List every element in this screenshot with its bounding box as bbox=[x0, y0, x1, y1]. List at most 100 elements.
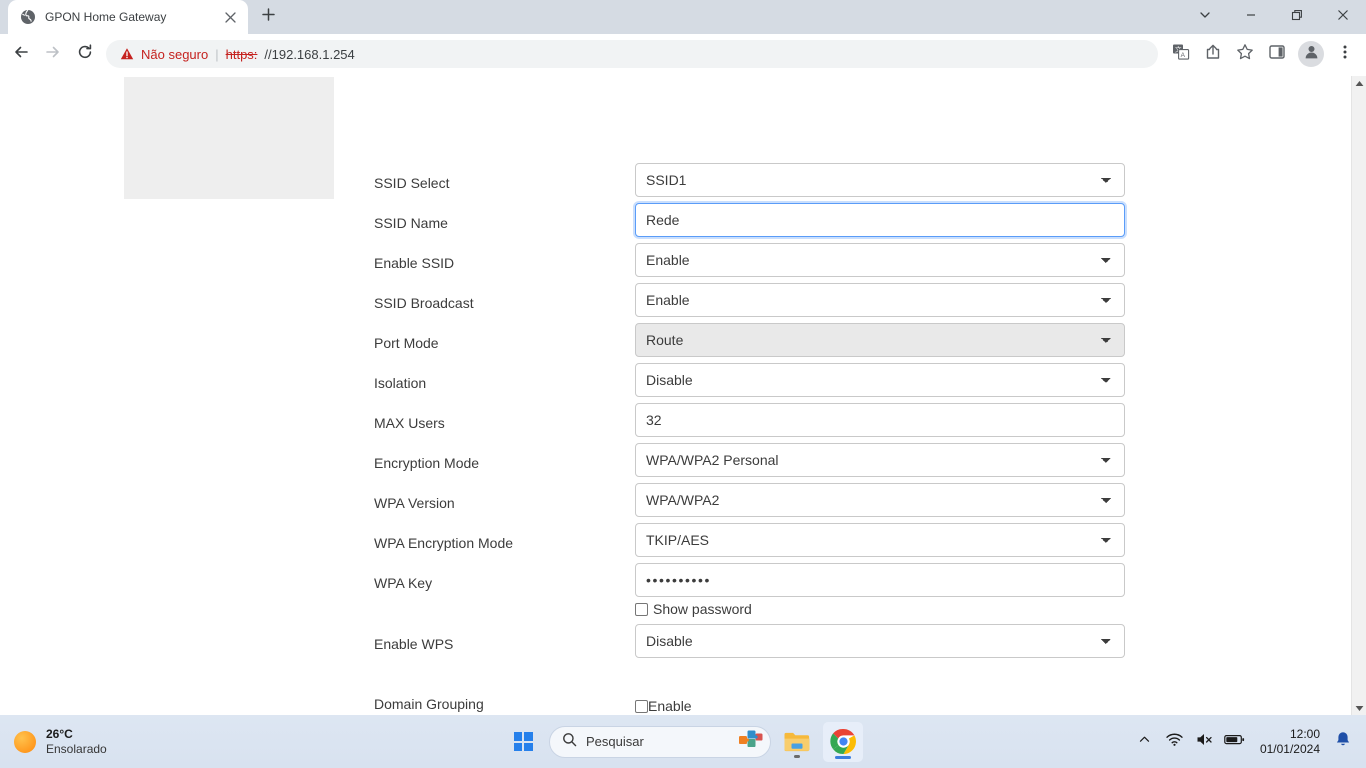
minimize-button[interactable] bbox=[1228, 0, 1274, 34]
restore-icon bbox=[1291, 8, 1303, 26]
windows-logo-icon bbox=[513, 732, 533, 751]
weather-condition: Ensolarado bbox=[46, 741, 107, 756]
back-button[interactable] bbox=[6, 39, 36, 69]
wpa-version-dropdown[interactable]: WPA/WPA2 bbox=[635, 483, 1125, 517]
label-enable-ssid: Enable SSID bbox=[374, 255, 455, 271]
chrome-icon bbox=[829, 728, 856, 755]
window-controls bbox=[1182, 0, 1366, 34]
wpa-encryption-mode-dropdown[interactable]: TKIP/AES bbox=[635, 523, 1125, 557]
star-icon bbox=[1236, 43, 1254, 66]
wpa-key-input[interactable] bbox=[635, 563, 1125, 597]
label-max-users: MAX Users bbox=[374, 415, 445, 431]
maximize-restore-button[interactable] bbox=[1274, 0, 1320, 34]
browser-tab-gpon-home-gateway[interactable]: GPON Home Gateway bbox=[8, 0, 248, 34]
label-wpa-key: WPA Key bbox=[374, 575, 433, 591]
translate-icon: 文 A bbox=[1172, 43, 1190, 66]
reload-button[interactable] bbox=[70, 39, 100, 69]
plus-icon bbox=[261, 8, 275, 26]
label-port-mode: Port Mode bbox=[374, 335, 439, 351]
windows-taskbar: 26°C Ensolarado Pesquisar 12:00 01/01/20… bbox=[0, 715, 1366, 768]
omnibox-separator: | bbox=[215, 46, 219, 62]
scroll-down-arrow-icon[interactable] bbox=[1352, 701, 1366, 715]
taskbar-search-box[interactable]: Pesquisar bbox=[549, 725, 771, 758]
label-wpa-encryption-mode: WPA Encryption Mode bbox=[374, 535, 514, 551]
domain-grouping-checkbox[interactable] bbox=[635, 699, 648, 713]
address-bar[interactable]: Não seguro | https: //192.168.1.254 bbox=[106, 40, 1158, 68]
max-users-input[interactable] bbox=[635, 403, 1125, 437]
browser-toolbar: Não seguro | https: //192.168.1.254 文 A bbox=[0, 34, 1366, 75]
globe-icon bbox=[20, 9, 36, 25]
chrome-browser-window: GPON Home Gateway Não seguro | https: //… bbox=[0, 0, 1366, 715]
show-password-row[interactable]: Show password bbox=[635, 601, 752, 617]
label-ssid-broadcast: SSID Broadcast bbox=[374, 295, 474, 311]
app-running-indicator bbox=[794, 754, 800, 758]
taskbar-center-group: Pesquisar bbox=[503, 721, 863, 762]
profile-avatar-icon bbox=[1303, 43, 1320, 65]
start-button[interactable] bbox=[503, 722, 543, 762]
clock-time: 12:00 bbox=[1289, 726, 1320, 741]
forward-button[interactable] bbox=[38, 39, 68, 69]
field-enable-wps: Disable bbox=[635, 624, 1125, 658]
bell-icon bbox=[1335, 731, 1351, 753]
close-icon bbox=[1337, 8, 1349, 26]
side-panel-icon bbox=[1268, 43, 1286, 66]
browser-menu-button[interactable] bbox=[1330, 39, 1360, 69]
side-panel-button[interactable] bbox=[1262, 39, 1292, 69]
field-ssid-broadcast: Enable bbox=[635, 283, 1125, 317]
field-ssid-select: SSID1 bbox=[635, 163, 1125, 197]
field-wpa-version: WPA/WPA2 bbox=[635, 483, 1125, 517]
translate-button[interactable]: 文 A bbox=[1166, 39, 1196, 69]
tray-volume-button[interactable] bbox=[1192, 727, 1218, 757]
page-scrollbar[interactable] bbox=[1351, 76, 1366, 715]
tray-network-button[interactable] bbox=[1162, 727, 1188, 757]
domain-grouping-row[interactable]: Enable bbox=[635, 698, 692, 714]
label-wpa-version: WPA Version bbox=[374, 495, 455, 511]
three-dots-menu-icon bbox=[1337, 44, 1353, 65]
new-tab-button[interactable] bbox=[254, 3, 282, 31]
sidebar-placeholder-block bbox=[124, 77, 334, 199]
enable-ssid-dropdown[interactable]: Enable bbox=[635, 243, 1125, 277]
tray-battery-button[interactable] bbox=[1222, 727, 1248, 757]
scroll-up-arrow-icon[interactable] bbox=[1352, 76, 1366, 91]
ssid-select-dropdown[interactable]: SSID1 bbox=[635, 163, 1125, 197]
show-password-checkbox[interactable] bbox=[635, 602, 648, 616]
reload-icon bbox=[76, 43, 94, 66]
close-window-button[interactable] bbox=[1320, 0, 1366, 34]
tab-strip: GPON Home Gateway bbox=[0, 0, 1366, 34]
url-scheme: https: bbox=[225, 46, 258, 62]
ssid-name-input[interactable] bbox=[635, 203, 1125, 237]
encryption-mode-dropdown[interactable]: WPA/WPA2 Personal bbox=[635, 443, 1125, 477]
ssid-broadcast-dropdown[interactable]: Enable bbox=[635, 283, 1125, 317]
battery-icon bbox=[1224, 733, 1245, 751]
warning-triangle-icon[interactable] bbox=[120, 47, 134, 61]
taskbar-app-google-chrome[interactable] bbox=[823, 721, 863, 762]
field-ssid-name bbox=[635, 203, 1125, 237]
profile-button[interactable] bbox=[1298, 41, 1324, 67]
taskbar-app-file-explorer[interactable] bbox=[777, 722, 817, 762]
copilot-puzzle-icon[interactable] bbox=[738, 728, 764, 755]
tab-search-button[interactable] bbox=[1182, 0, 1228, 34]
label-domain-grouping: Domain Grouping bbox=[374, 696, 484, 712]
enable-wps-dropdown[interactable]: Disable bbox=[635, 624, 1125, 658]
forward-arrow-icon bbox=[44, 43, 62, 66]
toolbar-actions: 文 A bbox=[1166, 39, 1360, 69]
security-warning-label: Não seguro bbox=[141, 46, 209, 62]
weather-temperature: 26°C bbox=[46, 726, 73, 741]
url-rest: //192.168.1.254 bbox=[264, 46, 355, 62]
weather-text: 26°C Ensolarado bbox=[46, 727, 107, 756]
scrollbar-thumb[interactable] bbox=[1354, 251, 1365, 551]
search-icon bbox=[562, 732, 577, 752]
bookmark-button[interactable] bbox=[1230, 39, 1260, 69]
weather-widget[interactable]: 26°C Ensolarado bbox=[14, 727, 214, 756]
taskbar-clock[interactable]: 12:00 01/01/2024 bbox=[1260, 727, 1320, 757]
label-isolation: Isolation bbox=[374, 375, 427, 391]
tray-overflow-button[interactable] bbox=[1132, 727, 1158, 757]
share-button[interactable] bbox=[1198, 39, 1228, 69]
label-ssid-select: SSID Select bbox=[374, 175, 450, 191]
isolation-dropdown[interactable]: Disable bbox=[635, 363, 1125, 397]
close-icon[interactable] bbox=[220, 7, 240, 27]
field-encryption-mode: WPA/WPA2 Personal bbox=[635, 443, 1125, 477]
chevron-down-icon bbox=[1199, 8, 1211, 26]
notification-center-button[interactable] bbox=[1330, 727, 1356, 757]
field-port-mode: Route bbox=[635, 323, 1125, 357]
